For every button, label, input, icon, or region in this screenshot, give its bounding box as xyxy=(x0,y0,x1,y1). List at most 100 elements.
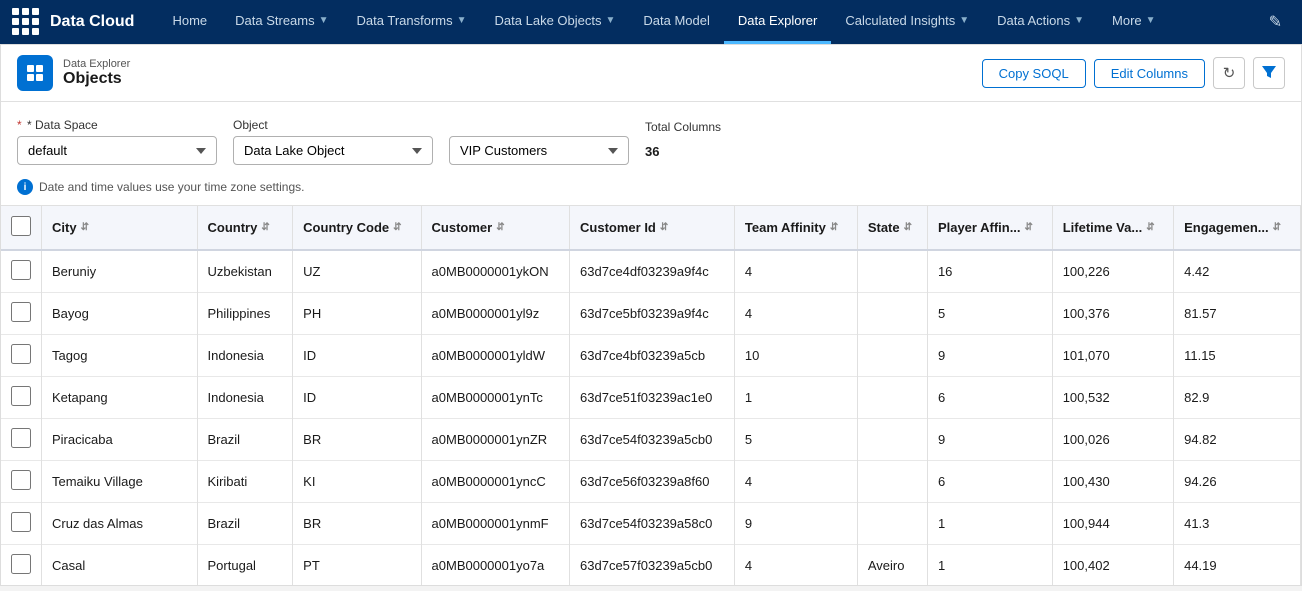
nav-calculated-insights[interactable]: Calculated Insights ▼ xyxy=(831,0,983,44)
cell-player-affin: 5 xyxy=(927,293,1052,335)
cell-engagement: 41.3 xyxy=(1174,503,1301,545)
nav-data-model[interactable]: Data Model xyxy=(629,0,723,44)
cell-country: Portugal xyxy=(197,545,293,586)
cell-engagement: 44.19 xyxy=(1174,545,1301,586)
refresh-button[interactable]: ↻ xyxy=(1213,57,1245,89)
cell-country: Indonesia xyxy=(197,377,293,419)
edit-columns-button[interactable]: Edit Columns xyxy=(1094,59,1205,88)
cell-city: Tagog xyxy=(42,335,198,377)
col-city[interactable]: City ⇵ xyxy=(42,206,198,250)
chevron-icon: ▼ xyxy=(1146,15,1156,26)
row-checkbox[interactable] xyxy=(1,419,42,461)
cell-state: Aveiro xyxy=(857,545,927,586)
form-area: * * Data Space default Object Data Lake … xyxy=(1,102,1301,173)
nav-data-explorer[interactable]: Data Explorer xyxy=(724,0,831,44)
cell-lifetime-va: 100,532 xyxy=(1052,377,1173,419)
copy-soql-button[interactable]: Copy SOQL xyxy=(982,59,1086,88)
col-team-affinity[interactable]: Team Affinity ⇵ xyxy=(734,206,857,250)
col-customer[interactable]: Customer ⇵ xyxy=(421,206,570,250)
nav-data-actions[interactable]: Data Actions ▼ xyxy=(983,0,1098,44)
cell-country: Kiribati xyxy=(197,461,293,503)
cell-engagement: 82.9 xyxy=(1174,377,1301,419)
header-bar: Data Explorer Objects Copy SOQL Edit Col… xyxy=(1,45,1301,102)
object-label: Object xyxy=(233,118,433,132)
edit-icon[interactable]: ✎ xyxy=(1261,12,1290,32)
filter-icon xyxy=(1262,65,1276,82)
cell-team-affinity: 1 xyxy=(734,377,857,419)
col-country[interactable]: Country ⇵ xyxy=(197,206,293,250)
row-checkbox[interactable] xyxy=(1,250,42,293)
table-row: Cruz das Almas Brazil BR a0MB0000001ynmF… xyxy=(1,503,1301,545)
cell-player-affin: 6 xyxy=(927,377,1052,419)
cell-team-affinity: 4 xyxy=(734,293,857,335)
cell-city: Beruniy xyxy=(42,250,198,293)
cell-player-affin: 9 xyxy=(927,335,1052,377)
object-select[interactable]: Data Lake Object Data Model Object Calcu… xyxy=(233,136,433,165)
chevron-icon: ▼ xyxy=(1074,15,1084,26)
cell-country-code: BR xyxy=(293,419,421,461)
row-checkbox[interactable] xyxy=(1,545,42,586)
row-checkbox[interactable] xyxy=(1,461,42,503)
sort-icon: ⇵ xyxy=(81,222,89,233)
col-country-code[interactable]: Country Code ⇵ xyxy=(293,206,421,250)
header-title: Objects xyxy=(63,70,130,88)
nav-data-transforms[interactable]: Data Transforms ▼ xyxy=(343,0,481,44)
vip-customers-select[interactable]: VIP Customers xyxy=(449,136,629,165)
data-table: City ⇵ Country ⇵ Country Code ⇵ xyxy=(1,206,1301,585)
cell-state xyxy=(857,503,927,545)
cell-lifetime-va: 101,070 xyxy=(1052,335,1173,377)
cell-player-affin: 9 xyxy=(927,419,1052,461)
col-lifetime-va[interactable]: Lifetime Va... ⇵ xyxy=(1052,206,1173,250)
cell-customer: a0MB0000001ykON xyxy=(421,250,570,293)
top-nav: Data Cloud Home Data Streams ▼ Data Tran… xyxy=(0,0,1302,44)
col-player-affin[interactable]: Player Affin... ⇵ xyxy=(927,206,1052,250)
nav-home[interactable]: Home xyxy=(158,0,221,44)
col-engagement[interactable]: Engagemen... ⇵ xyxy=(1174,206,1301,250)
sort-icon: ⇵ xyxy=(904,222,912,233)
table-row: Temaiku Village Kiribati KI a0MB0000001y… xyxy=(1,461,1301,503)
cell-lifetime-va: 100,944 xyxy=(1052,503,1173,545)
col-checkbox[interactable] xyxy=(1,206,42,250)
cell-team-affinity: 4 xyxy=(734,461,857,503)
select-all-checkbox[interactable] xyxy=(11,216,31,236)
cell-customer: a0MB0000001ynZR xyxy=(421,419,570,461)
nav-data-streams[interactable]: Data Streams ▼ xyxy=(221,0,342,44)
row-checkbox[interactable] xyxy=(1,293,42,335)
data-explorer-icon xyxy=(17,55,53,91)
col-state[interactable]: State ⇵ xyxy=(857,206,927,250)
data-space-label: * * Data Space xyxy=(17,118,217,132)
app-grid-icon[interactable] xyxy=(12,8,40,36)
row-checkbox[interactable] xyxy=(1,503,42,545)
table-row: Piracicaba Brazil BR a0MB0000001ynZR 63d… xyxy=(1,419,1301,461)
cell-state xyxy=(857,419,927,461)
cell-customer: a0MB0000001ynmF xyxy=(421,503,570,545)
cell-engagement: 4.42 xyxy=(1174,250,1301,293)
cell-team-affinity: 10 xyxy=(734,335,857,377)
table-container[interactable]: City ⇵ Country ⇵ Country Code ⇵ xyxy=(1,205,1301,585)
table-row: Tagog Indonesia ID a0MB0000001yldW 63d7c… xyxy=(1,335,1301,377)
table-body: Beruniy Uzbekistan UZ a0MB0000001ykON 63… xyxy=(1,250,1301,585)
table-row: Casal Portugal PT a0MB0000001yo7a 63d7ce… xyxy=(1,545,1301,586)
nav-more[interactable]: More ▼ xyxy=(1098,0,1170,44)
nav-items: Home Data Streams ▼ Data Transforms ▼ Da… xyxy=(158,0,1260,44)
filter-button[interactable] xyxy=(1253,57,1285,89)
data-space-select[interactable]: default xyxy=(17,136,217,165)
total-columns-value: 36 xyxy=(645,138,721,165)
nav-data-lake-objects[interactable]: Data Lake Objects ▼ xyxy=(481,0,630,44)
cell-city: Casal xyxy=(42,545,198,586)
cell-country: Indonesia xyxy=(197,335,293,377)
info-bar: i Date and time values use your time zon… xyxy=(1,173,1301,205)
cell-customer-id: 63d7ce54f03239a5cb0 xyxy=(570,419,735,461)
row-checkbox[interactable] xyxy=(1,377,42,419)
cell-player-affin: 1 xyxy=(927,503,1052,545)
col-customer-id[interactable]: Customer Id ⇵ xyxy=(570,206,735,250)
total-columns-label: Total Columns xyxy=(645,120,721,134)
row-checkbox[interactable] xyxy=(1,335,42,377)
table-header-row: City ⇵ Country ⇵ Country Code ⇵ xyxy=(1,206,1301,250)
vip-group: VIP Customers xyxy=(449,118,629,165)
cell-customer-id: 63d7ce57f03239a5cb0 xyxy=(570,545,735,586)
cell-customer: a0MB0000001yo7a xyxy=(421,545,570,586)
cell-team-affinity: 4 xyxy=(734,545,857,586)
cell-country-code: PT xyxy=(293,545,421,586)
cell-lifetime-va: 100,430 xyxy=(1052,461,1173,503)
